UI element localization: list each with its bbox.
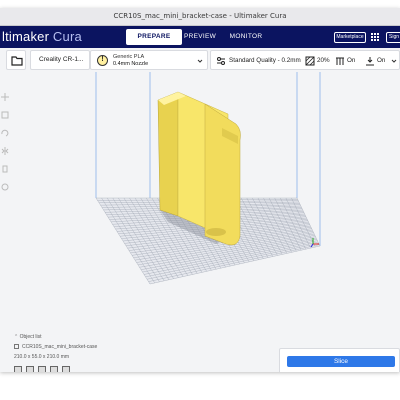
support-blocker-icon[interactable] — [0, 182, 10, 192]
infill-value: 20% — [317, 57, 330, 64]
adhesion-icon — [366, 57, 374, 66]
build-volume-scene — [95, 72, 321, 285]
printer-name: Creality CR-1... — [39, 56, 84, 63]
3d-viewport[interactable] — [0, 72, 400, 372]
chevron-down-icon — [391, 59, 397, 63]
per-model-settings-icon[interactable] — [0, 164, 10, 174]
top-view-icon[interactable] — [38, 366, 46, 372]
object-list-header: Object list — [19, 334, 42, 340]
infill-icon — [305, 56, 315, 66]
right-view-icon[interactable] — [62, 366, 70, 372]
application-window: CCR10S_mac_mini_bracket-case - Ultimaker… — [0, 8, 400, 372]
folder-icon — [11, 56, 23, 66]
nozzle-size: 0.4mm Nozzle — [113, 61, 149, 67]
warning-icon: ! — [97, 55, 108, 66]
object-dimensions: 210.0 x 55.0 x 210.0 mm — [14, 354, 70, 360]
object-list-toggle[interactable]: ⌃ Object list — [14, 334, 42, 340]
front-view-icon[interactable] — [26, 366, 34, 372]
print-settings-panel[interactable]: Standard Quality - 0.2mm 20% On On — [210, 50, 400, 70]
app-header: ltimaker Cura PREPARE PREVIEW MONITOR Ma… — [0, 26, 400, 48]
object-name: CCR10S_mac_mini_bracket-case — [22, 344, 98, 350]
window-title: CCR10S_mac_mini_bracket-case - Ultimaker… — [113, 12, 287, 20]
tab-monitor[interactable]: MONITOR — [226, 29, 266, 45]
slice-panel: Slice — [279, 348, 400, 372]
mirror-tool-icon[interactable] — [0, 146, 10, 156]
left-view-icon[interactable] — [50, 366, 58, 372]
move-tool-icon[interactable] — [0, 92, 10, 102]
apps-grid-icon[interactable] — [371, 33, 379, 41]
tab-prepare[interactable]: PREPARE — [126, 29, 182, 45]
brand-product: Cura — [49, 29, 82, 44]
material-name: Generic PLA — [113, 54, 145, 60]
3d-view-icon[interactable] — [14, 366, 22, 372]
sign-in-button[interactable]: Sign in — [386, 32, 400, 43]
quality-profile: Standard Quality - 0.2mm — [229, 57, 301, 64]
open-file-button[interactable] — [6, 50, 26, 70]
printer-selector[interactable]: Creality CR-1... — [30, 50, 113, 70]
list-item[interactable]: CCR10S_mac_mini_bracket-case — [14, 344, 97, 350]
brand-name: ltimaker — [2, 29, 50, 44]
app-logo: ltimaker Cura — [2, 29, 82, 44]
material-selector[interactable]: ! Generic PLA 0.4mm Nozzle — [90, 50, 208, 70]
support-value: On — [347, 57, 356, 64]
title-bar: CCR10S_mac_mini_bracket-case - Ultimaker… — [0, 8, 400, 26]
marketplace-button[interactable]: Marketplace — [334, 32, 366, 43]
slice-button[interactable]: Slice — [287, 356, 395, 367]
main-toolbar: Creality CR-1... ! Generic PLA 0.4mm Noz… — [0, 48, 400, 72]
quality-icon — [217, 57, 225, 65]
support-icon — [336, 57, 344, 65]
scale-tool-icon[interactable] — [0, 110, 10, 120]
adhesion-value: On — [377, 57, 386, 64]
tab-preview[interactable]: PREVIEW — [180, 29, 220, 45]
rotate-tool-icon[interactable] — [0, 128, 10, 138]
chevron-down-icon — [197, 59, 203, 63]
